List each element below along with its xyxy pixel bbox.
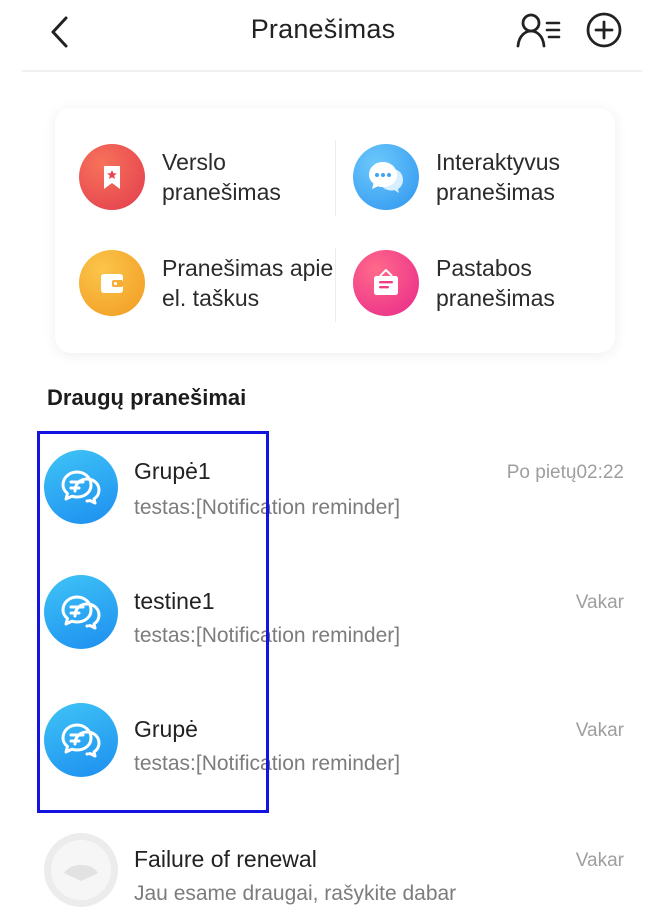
category-notes-notification[interactable]: Pastabos pranešimas: [353, 250, 626, 316]
top-bar: Pranešimas: [0, 0, 646, 72]
chat-bubbles-icon: [353, 144, 419, 210]
conversation-row[interactable]: Grupė1 testas:[Notification reminder] Po…: [0, 440, 646, 550]
chat-bubbles-icon: [44, 575, 118, 649]
conversation-preview: testas:[Notification reminder]: [134, 752, 401, 775]
conversation-name: testine1: [134, 588, 215, 614]
category-business-notification[interactable]: Verslo pranešimas: [79, 144, 352, 210]
bookmark-icon: [79, 144, 145, 210]
conversation-preview: Jau esame draugai, rašykite dabar: [134, 882, 457, 905]
add-button[interactable]: [582, 8, 626, 52]
conversation-name: Failure of renewal: [134, 846, 317, 872]
contacts-list-icon: [516, 13, 561, 48]
wallet-icon: [79, 250, 145, 316]
conversation-preview: testas:[Notification reminder]: [134, 496, 401, 519]
conversation-row[interactable]: Grupė testas:[Notification reminder] Vak…: [0, 698, 646, 808]
conversation-name: Grupė1: [134, 458, 211, 484]
category-label: Pranešimas apie el. taškus: [162, 255, 334, 311]
conversation-time: Vakar: [575, 850, 624, 871]
category-label: Verslo pranešimas: [162, 149, 281, 205]
conversation-time: Vakar: [575, 592, 624, 613]
conversation-time: Vakar: [575, 720, 624, 741]
plus-circle-icon: [586, 12, 622, 48]
notice-board-icon: [353, 250, 419, 316]
section-title: Draugų pranešimai: [47, 385, 247, 410]
chat-bubbles-icon: [44, 703, 118, 777]
chat-bubbles-icon: [44, 450, 118, 524]
conversation-row[interactable]: testine1 testas:[Notification reminder] …: [0, 570, 646, 680]
conversation-preview: testas:[Notification reminder]: [134, 624, 401, 647]
conversation-row[interactable]: Failure of renewal Jau esame draugai, ra…: [0, 828, 646, 914]
category-interactive-notification[interactable]: Interaktyvus pranešimas: [353, 144, 626, 210]
category-label: Interaktyvus pranešimas: [436, 149, 560, 205]
header-divider: [22, 70, 642, 72]
default-user-avatar: [44, 833, 118, 907]
category-points-notification[interactable]: Pranešimas apie el. taškus: [79, 250, 352, 316]
notification-categories-card: Verslo pranešimas Interaktyvus pranešima…: [55, 108, 615, 353]
conversation-name: Grupė: [134, 716, 198, 742]
category-label: Pastabos pranešimas: [436, 255, 555, 311]
conversation-time: Po pietų02:22: [506, 462, 624, 483]
contacts-list-button[interactable]: [515, 10, 565, 50]
